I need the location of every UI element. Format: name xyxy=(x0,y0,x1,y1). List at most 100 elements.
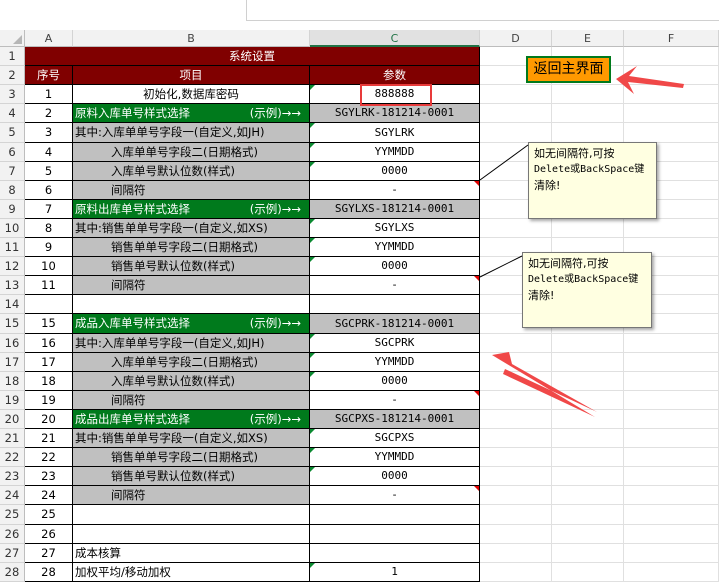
item-cell[interactable]: 入库单号默认位数(样式) xyxy=(73,162,310,181)
param-cell[interactable] xyxy=(310,295,480,314)
empty-cell[interactable] xyxy=(480,505,552,525)
item-cell[interactable]: 加权平均/移动加权 xyxy=(73,563,310,582)
empty-cell[interactable] xyxy=(480,410,552,429)
item-cell[interactable] xyxy=(73,295,310,314)
param-cell[interactable]: - xyxy=(310,486,480,505)
row-header[interactable]: 22 xyxy=(0,448,25,467)
empty-cell[interactable] xyxy=(480,563,552,582)
item-cell[interactable]: 初始化,数据库密码 xyxy=(73,85,310,104)
row-header[interactable]: 26 xyxy=(0,525,25,544)
header-param[interactable]: 参数 xyxy=(310,66,480,85)
select-all-corner[interactable] xyxy=(0,30,25,47)
item-cell[interactable]: 间隔符 xyxy=(73,391,310,410)
item-cell[interactable] xyxy=(73,525,310,544)
seq-cell[interactable]: 28 xyxy=(25,563,73,582)
row-header[interactable]: 23 xyxy=(0,467,25,486)
seq-cell[interactable]: 8 xyxy=(25,219,73,238)
param-cell[interactable]: SGCPRK-181214-0001 xyxy=(310,314,480,334)
item-cell[interactable]: 其中:销售单单号字段一(自定义,如XS) xyxy=(73,219,310,238)
param-cell[interactable]: 0000 xyxy=(310,257,480,276)
seq-cell[interactable]: 11 xyxy=(25,276,73,295)
empty-cell[interactable] xyxy=(624,334,719,353)
item-cell[interactable]: 入库单号默认位数(样式) xyxy=(73,372,310,391)
table-title[interactable]: 系统设置 xyxy=(25,47,480,66)
row-header[interactable]: 3 xyxy=(0,85,25,104)
row-header[interactable]: 1 xyxy=(0,47,25,66)
item-cell[interactable]: 入库单单号字段二(日期格式) xyxy=(73,143,310,162)
param-cell[interactable]: YYMMDD xyxy=(310,143,480,162)
row-header[interactable]: 4 xyxy=(0,104,25,123)
row-header[interactable]: 11 xyxy=(0,238,25,257)
empty-cell[interactable] xyxy=(624,372,719,391)
seq-cell[interactable]: 6 xyxy=(25,181,73,200)
item-cell[interactable] xyxy=(73,505,310,525)
empty-cell[interactable] xyxy=(552,429,624,448)
row-header[interactable]: 9 xyxy=(0,200,25,219)
param-cell[interactable]: SGCPRK xyxy=(310,334,480,353)
param-cell[interactable]: 0000 xyxy=(310,467,480,486)
empty-cell[interactable] xyxy=(480,429,552,448)
param-cell[interactable]: - xyxy=(310,276,480,295)
param-cell[interactable]: SGCPXS xyxy=(310,429,480,448)
seq-cell[interactable]: 9 xyxy=(25,238,73,257)
empty-cell[interactable] xyxy=(480,391,552,410)
item-cell[interactable]: 其中:销售单单号字段一(自定义,如XS) xyxy=(73,429,310,448)
row-header[interactable]: 8 xyxy=(0,181,25,200)
row-header[interactable]: 21 xyxy=(0,429,25,448)
empty-cell[interactable] xyxy=(624,563,719,582)
empty-cell[interactable] xyxy=(480,334,552,353)
row-header[interactable]: 24 xyxy=(0,486,25,505)
column-header-c[interactable]: C xyxy=(310,30,480,47)
param-cell[interactable]: YYMMDD xyxy=(310,238,480,257)
empty-cell[interactable] xyxy=(552,391,624,410)
empty-cell[interactable] xyxy=(624,104,719,123)
header-seq[interactable]: 序号 xyxy=(25,66,73,85)
row-header[interactable]: 25 xyxy=(0,505,25,525)
param-cell[interactable]: 0000 xyxy=(310,162,480,181)
item-cell[interactable]: 成品入库单号样式选择 (示例)→→ xyxy=(73,314,310,334)
empty-cell[interactable] xyxy=(552,525,624,544)
empty-cell[interactable] xyxy=(552,505,624,525)
seq-cell[interactable]: 27 xyxy=(25,544,73,563)
row-header[interactable]: 18 xyxy=(0,372,25,391)
empty-cell[interactable] xyxy=(480,123,552,143)
seq-cell[interactable]: 5 xyxy=(25,162,73,181)
param-cell[interactable]: SGYLRK-181214-0001 xyxy=(310,104,480,123)
empty-cell[interactable] xyxy=(552,486,624,505)
back-to-main-button[interactable]: 返回主界面 xyxy=(526,56,611,83)
seq-cell[interactable]: 7 xyxy=(25,200,73,219)
item-cell[interactable]: 销售单号默认位数(样式) xyxy=(73,467,310,486)
row-header[interactable]: 20 xyxy=(0,410,25,429)
empty-cell[interactable] xyxy=(624,505,719,525)
row-header[interactable]: 13 xyxy=(0,276,25,295)
param-cell[interactable]: - xyxy=(310,181,480,200)
empty-cell[interactable] xyxy=(624,486,719,505)
item-cell[interactable]: 间隔符 xyxy=(73,276,310,295)
empty-cell[interactable] xyxy=(480,372,552,391)
seq-cell[interactable]: 25 xyxy=(25,505,73,525)
empty-cell[interactable] xyxy=(552,334,624,353)
item-cell[interactable]: 入库单单号字段二(日期格式) xyxy=(73,353,310,372)
empty-cell[interactable] xyxy=(624,123,719,143)
row-header[interactable]: 16 xyxy=(0,334,25,353)
param-cell[interactable]: SGYLXS-181214-0001 xyxy=(310,200,480,219)
row-header[interactable]: 2 xyxy=(0,66,25,85)
empty-cell[interactable] xyxy=(480,525,552,544)
seq-cell[interactable]: 4 xyxy=(25,143,73,162)
empty-cell[interactable] xyxy=(552,353,624,372)
seq-cell[interactable]: 16 xyxy=(25,334,73,353)
seq-cell[interactable]: 20 xyxy=(25,410,73,429)
param-cell[interactable]: YYMMDD xyxy=(310,448,480,467)
column-header-b[interactable]: B xyxy=(73,30,310,47)
seq-cell[interactable]: 17 xyxy=(25,353,73,372)
seq-cell[interactable]: 18 xyxy=(25,372,73,391)
empty-cell[interactable] xyxy=(552,372,624,391)
empty-cell[interactable] xyxy=(480,104,552,123)
item-cell[interactable]: 间隔符 xyxy=(73,486,310,505)
empty-cell[interactable] xyxy=(552,544,624,563)
row-header[interactable]: 14 xyxy=(0,295,25,314)
row-header[interactable]: 7 xyxy=(0,162,25,181)
param-cell[interactable]: SGYLRK xyxy=(310,123,480,143)
row-header[interactable]: 28 xyxy=(0,563,25,582)
item-cell[interactable]: 其中:入库单单号字段一(自定义,如JH) xyxy=(73,334,310,353)
